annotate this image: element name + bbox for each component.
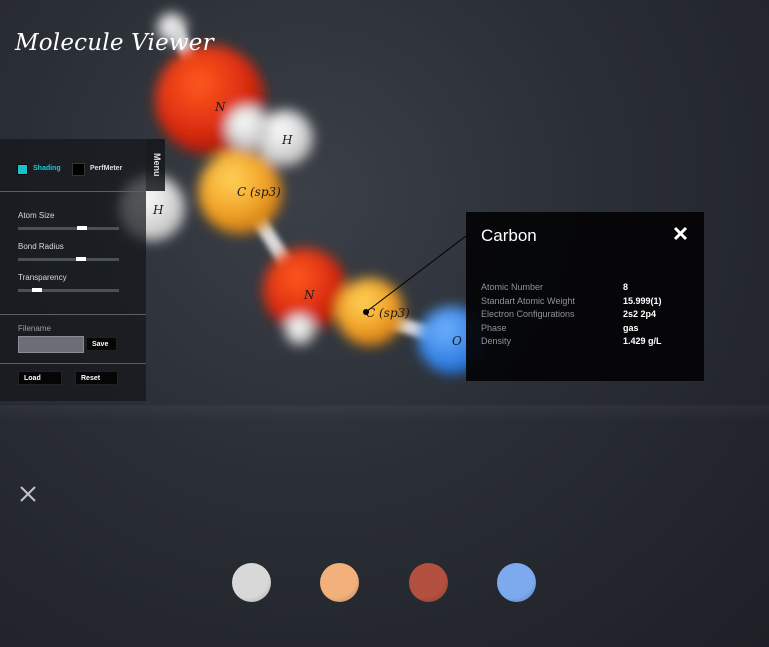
- prop-value-density: 1.429 g/L: [623, 336, 662, 346]
- control-panel: [0, 139, 146, 401]
- app-title: Molecule Viewer: [15, 30, 214, 56]
- oxygen-swatch[interactable]: [497, 563, 536, 602]
- hydrogen-atom[interactable]: [285, 315, 315, 345]
- prop-name-atomic-weight: Standart Atomic Weight: [481, 296, 575, 306]
- hydrogen-swatch[interactable]: [232, 563, 271, 602]
- menu-label: Menu: [152, 153, 162, 177]
- hydrogen-atom[interactable]: [226, 106, 270, 150]
- prop-value-atomic-number: 8: [623, 282, 629, 292]
- prop-value-phase: gas: [623, 323, 639, 333]
- transparency-thumb[interactable]: [32, 288, 42, 292]
- prop-name-density: Density: [481, 336, 512, 346]
- shading-label: Shading: [33, 165, 61, 172]
- info-pointer-dot: [363, 309, 369, 315]
- info-pointer-line: [365, 235, 467, 313]
- atom-size-slider[interactable]: [18, 226, 119, 230]
- shading-checkbox[interactable]: [17, 164, 28, 175]
- menu-tab[interactable]: Menu: [146, 139, 165, 191]
- panel-divider: [0, 363, 146, 364]
- atom-label: O: [452, 334, 462, 348]
- atom-label: C (sp3): [237, 185, 281, 199]
- bond-radius-slider[interactable]: [18, 257, 119, 261]
- panel-divider: [0, 191, 146, 192]
- prop-name-electron-config: Electron Configurations: [481, 309, 575, 319]
- filename-input[interactable]: [18, 336, 84, 353]
- close-icon[interactable]: [18, 484, 38, 504]
- prop-value-atomic-weight: 15.999(1): [623, 296, 662, 306]
- reset-button[interactable]: Reset: [75, 371, 118, 385]
- info-title: Carbon: [481, 226, 537, 245]
- panel-divider: [0, 314, 146, 315]
- atom-info-card: Carbon Atomic Number 8 Standart Atomic W…: [466, 212, 704, 381]
- atom-size-thumb[interactable]: [77, 226, 87, 230]
- filename-label: Filename: [18, 324, 51, 333]
- atom-size-label: Atom Size: [18, 211, 55, 220]
- close-icon[interactable]: [673, 226, 688, 244]
- prop-name-atomic-number: Atomic Number: [481, 282, 544, 292]
- carbon-swatch[interactable]: [320, 563, 359, 602]
- atom-label: N: [303, 288, 315, 302]
- prop-value-electron-config: 2s2 2p4: [623, 309, 657, 319]
- bond-radius-thumb[interactable]: [76, 257, 86, 261]
- nitrogen-swatch[interactable]: [409, 563, 448, 602]
- transparency-label: Transparency: [18, 273, 67, 282]
- atom-label: H: [152, 203, 164, 217]
- save-button[interactable]: Save: [86, 337, 117, 351]
- atom-label: C (sp3): [366, 306, 410, 320]
- atom-label: N: [214, 100, 226, 114]
- prop-name-phase: Phase: [481, 323, 507, 333]
- load-button[interactable]: Load: [18, 371, 62, 385]
- bond-radius-label: Bond Radius: [18, 242, 64, 251]
- transparency-slider[interactable]: [18, 288, 119, 292]
- atom-label: H: [281, 133, 293, 147]
- perfmeter-label: PerfMeter: [90, 165, 123, 172]
- perfmeter-checkbox[interactable]: [72, 163, 85, 176]
